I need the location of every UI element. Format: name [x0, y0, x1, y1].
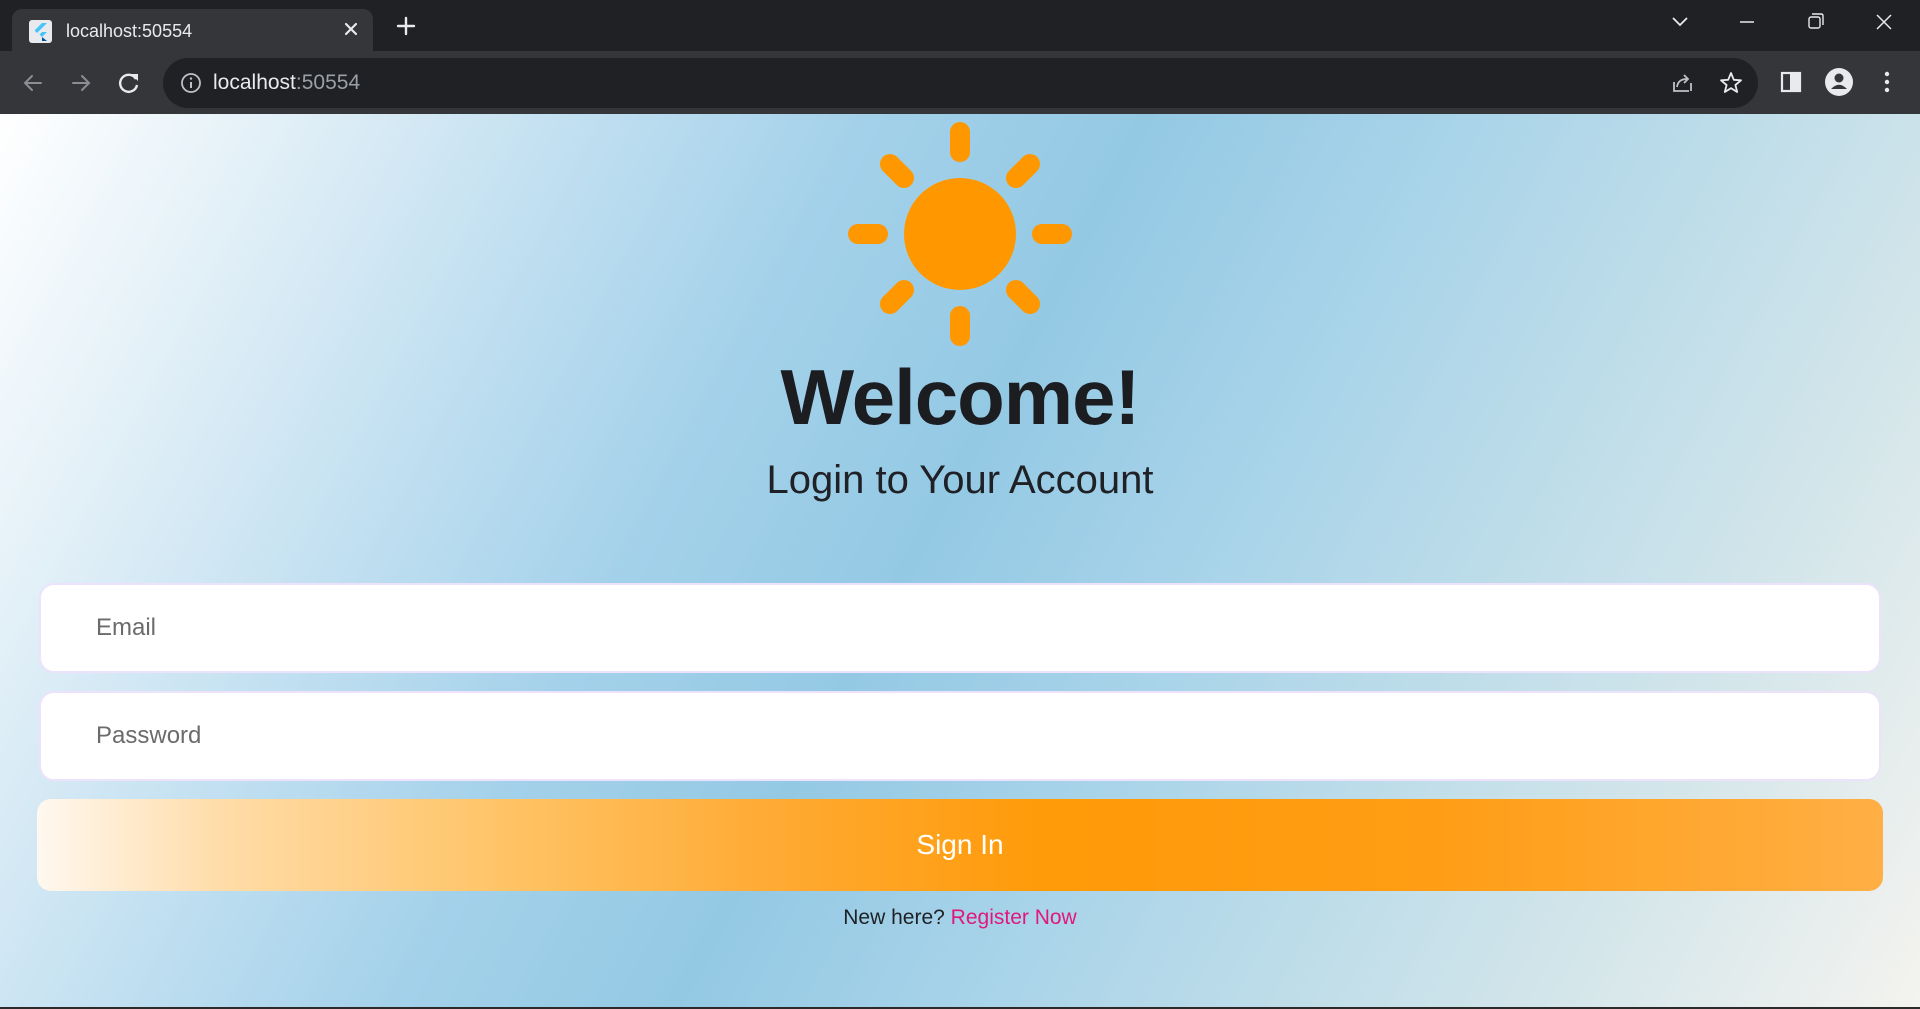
close-icon[interactable] — [338, 16, 364, 42]
arrow-right-icon[interactable] — [64, 66, 98, 100]
register-prompt: New here? — [843, 906, 945, 929]
password-input[interactable] — [41, 693, 1879, 779]
share-icon[interactable] — [1668, 69, 1696, 97]
side-panel-icon[interactable] — [1774, 65, 1808, 99]
url-text[interactable]: localhost:50554 — [213, 71, 360, 95]
register-now-link[interactable]: Register Now — [951, 906, 1077, 929]
url-host: localhost — [213, 71, 296, 94]
tab-strip: localhost:50554 — [0, 0, 1920, 51]
profile-icon[interactable] — [1822, 65, 1856, 99]
address-bar[interactable]: localhost:50554 — [163, 58, 1758, 108]
kebab-menu-icon[interactable] — [1870, 65, 1904, 99]
restore-icon[interactable] — [1783, 0, 1847, 44]
email-field[interactable] — [39, 583, 1881, 673]
sun-icon — [848, 122, 1072, 346]
browser-toolbar: localhost:50554 — [0, 51, 1920, 114]
info-icon[interactable] — [179, 71, 203, 95]
url-port: :50554 — [295, 71, 361, 94]
page-subtitle: Login to Your Account — [766, 458, 1154, 502]
arrow-left-icon[interactable] — [16, 66, 50, 100]
page-title: Welcome! — [780, 353, 1141, 441]
minimize-icon[interactable] — [1715, 0, 1779, 44]
password-field[interactable] — [39, 691, 1881, 781]
flutter-logo-icon — [29, 20, 52, 43]
email-input[interactable] — [41, 585, 1879, 671]
tab-title: localhost:50554 — [66, 21, 193, 41]
chevron-down-icon[interactable] — [1648, 0, 1712, 44]
register-row: New here? Register Now — [0, 906, 1920, 930]
login-page: Welcome! Login to Your Account Sign In N… — [0, 114, 1920, 1007]
plus-icon[interactable] — [390, 10, 422, 42]
close-icon[interactable] — [1852, 0, 1916, 44]
browser-tab[interactable]: localhost:50554 — [12, 9, 373, 51]
star-icon[interactable] — [1717, 69, 1745, 97]
reload-icon[interactable] — [112, 66, 146, 100]
sign-in-button[interactable]: Sign In — [37, 799, 1883, 891]
